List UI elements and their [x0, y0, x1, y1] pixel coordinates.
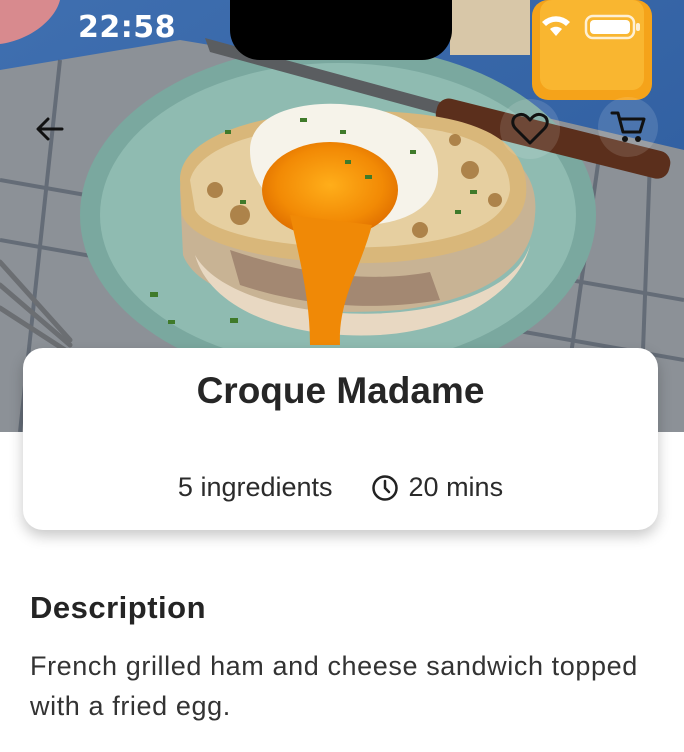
- recipe-title: Croque Madame: [196, 370, 485, 411]
- cook-time: 20 mins: [371, 472, 504, 503]
- recipe-meta: 5 ingredients 20 mins: [23, 472, 658, 503]
- clock-icon: [371, 474, 399, 502]
- heart-outline-icon: [511, 112, 549, 145]
- favorite-button[interactable]: [500, 99, 560, 159]
- cart-button[interactable]: [598, 97, 658, 157]
- back-button[interactable]: [20, 99, 80, 159]
- ingredients-count: 5 ingredients: [177, 472, 333, 502]
- battery-icon: [584, 14, 640, 40]
- arrow-left-icon: [36, 117, 64, 141]
- description-text: French grilled ham and cheese sandwich t…: [30, 651, 638, 721]
- description-heading: Description: [30, 590, 207, 625]
- status-time: 22:58: [78, 10, 176, 45]
- recipe-info-card: Croque Madame 5 ingredients 20 mins: [23, 348, 658, 530]
- status-icons: [542, 14, 640, 40]
- wifi-icon: [542, 16, 570, 36]
- shopping-cart-icon: [610, 111, 646, 142]
- dynamic-island: [230, 0, 452, 60]
- cook-time-label: 20 mins: [408, 472, 504, 502]
